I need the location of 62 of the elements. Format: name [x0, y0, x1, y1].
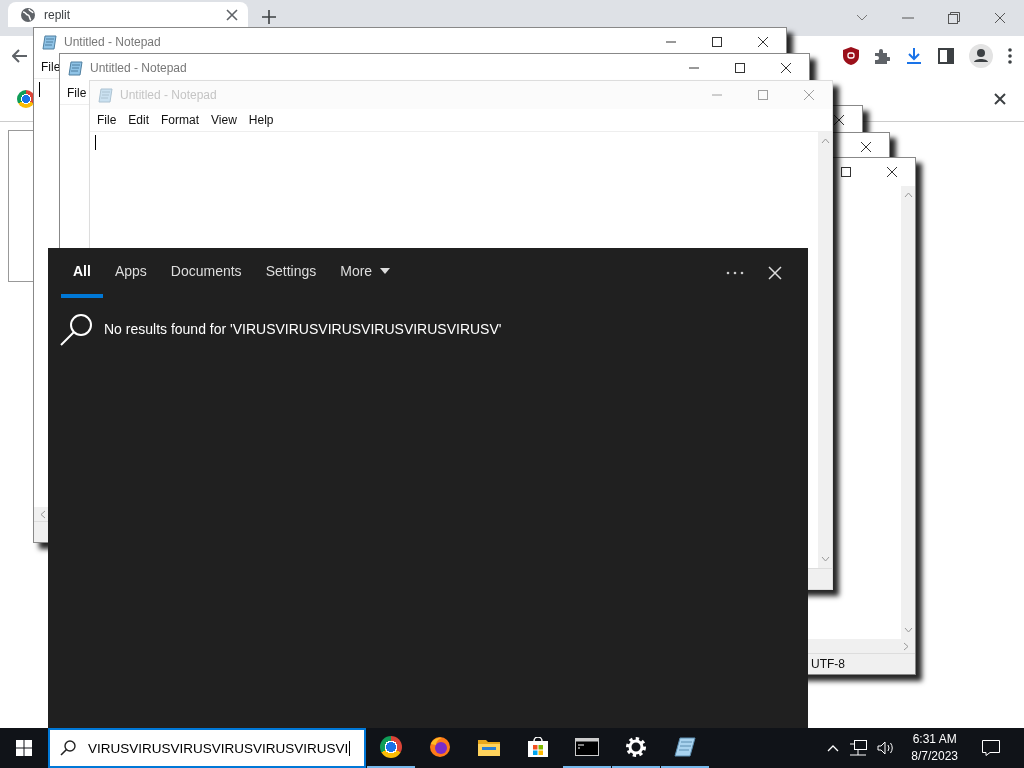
menu-item[interactable]: File — [97, 113, 117, 127]
folder-icon[interactable] — [478, 738, 500, 756]
search-tab[interactable]: Documents — [158, 248, 254, 298]
search-tab[interactable]: More — [328, 248, 403, 298]
close-icon[interactable] — [780, 62, 792, 74]
window-title: Untitled - Notepad — [64, 35, 161, 49]
restore-icon[interactable] — [948, 12, 960, 24]
notepad-icon[interactable] — [674, 737, 696, 757]
shield-icon[interactable] — [843, 47, 859, 65]
network-icon[interactable] — [849, 740, 868, 756]
maximize-icon[interactable] — [734, 62, 746, 74]
vertical-scrollbar[interactable] — [818, 132, 832, 568]
fox-globe-icon[interactable] — [429, 736, 451, 758]
profile-icon[interactable] — [969, 44, 993, 68]
search-field[interactable]: VIRUSVIRUSVIRUSVIRUSVIRUSVIRUSVI — [48, 728, 366, 768]
puzzle-icon[interactable] — [874, 48, 890, 64]
menu-item[interactable]: File — [67, 86, 87, 100]
menu-item[interactable]: File — [41, 60, 61, 74]
clock[interactable]: 6:31 AM 8/7/2023 — [905, 731, 964, 765]
text-cursor — [39, 82, 40, 97]
menu-icon[interactable] — [1008, 48, 1012, 64]
more-icon[interactable] — [726, 271, 744, 275]
chrome-logo-icon[interactable] — [380, 736, 402, 758]
text-cursor — [95, 135, 96, 150]
close-icon[interactable] — [757, 36, 769, 48]
search-tab[interactable]: Settings — [253, 248, 329, 298]
window-title: Untitled - Notepad — [90, 61, 187, 75]
notepad-icon — [42, 34, 58, 50]
encoding-label: UTF-8 — [811, 657, 846, 671]
notepad-icon — [98, 87, 114, 103]
globe-icon — [20, 6, 36, 23]
side-panel-icon[interactable] — [938, 48, 954, 64]
terminal-icon[interactable] — [575, 738, 599, 756]
menu-item[interactable]: Format — [161, 113, 200, 127]
plus-icon[interactable] — [262, 10, 276, 24]
chevron-up-icon[interactable] — [827, 744, 840, 752]
menu-item[interactable]: View — [211, 113, 237, 127]
chevron-icon[interactable] — [856, 14, 868, 22]
close-icon[interactable] — [886, 166, 898, 178]
menu-item[interactable]: Edit — [128, 113, 150, 127]
maximize-icon[interactable] — [840, 166, 852, 178]
notification-icon[interactable] — [982, 740, 1000, 756]
menu-item[interactable]: Help — [248, 113, 274, 127]
close-icon[interactable] — [860, 141, 872, 153]
search-tab[interactable]: All — [61, 248, 103, 298]
browser-tab[interactable]: replit — [8, 2, 248, 27]
back-arrow-icon[interactable] — [12, 49, 28, 63]
windows-logo-icon[interactable] — [16, 740, 32, 756]
speaker-icon[interactable] — [877, 741, 896, 755]
search-icon — [60, 312, 94, 346]
close-icon[interactable] — [994, 92, 1006, 105]
close-icon[interactable] — [833, 114, 845, 126]
maximize-icon[interactable] — [711, 36, 723, 48]
vertical-scrollbar[interactable] — [901, 186, 915, 639]
close-icon[interactable] — [226, 8, 238, 21]
gear-icon[interactable] — [625, 736, 647, 758]
download-icon[interactable] — [905, 47, 923, 65]
no-results-message: No results found for 'VIRUSVIRUSVIRUSVIRUSVIRUSVIRUSV' — [104, 321, 502, 337]
search-tab[interactable]: Apps — [102, 248, 159, 298]
shopping-bag-icon[interactable] — [528, 737, 548, 757]
search-icon — [60, 740, 76, 756]
notepad-icon — [68, 60, 84, 76]
